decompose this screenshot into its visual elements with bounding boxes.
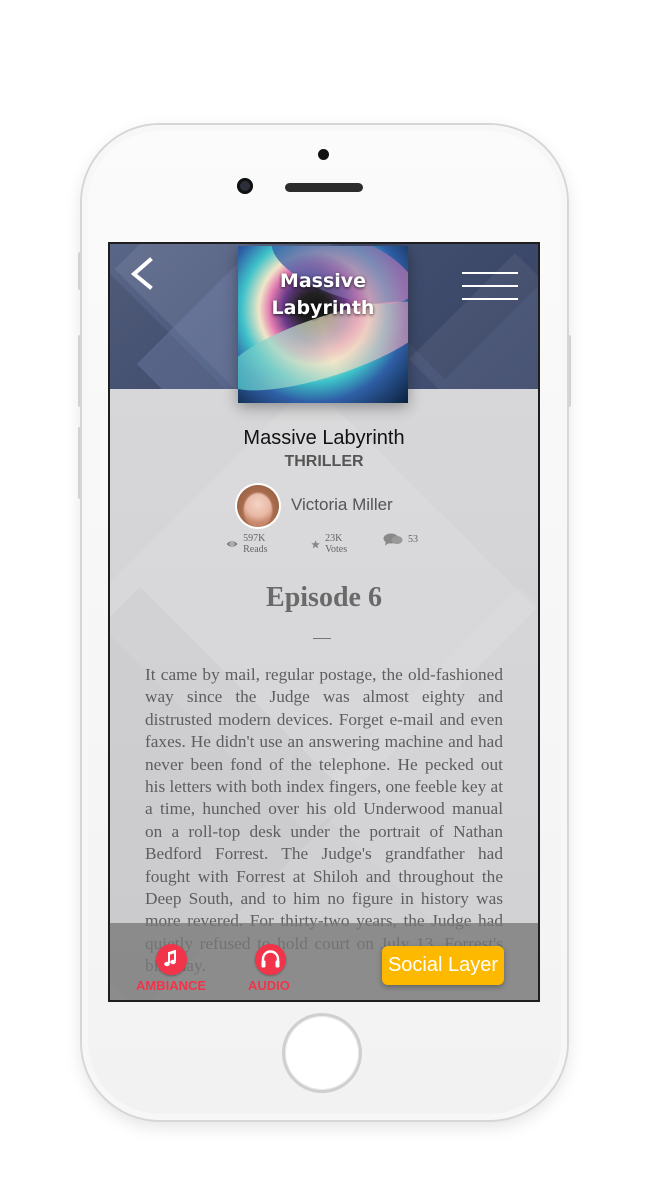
book-cover-title: Massive Labyrinth bbox=[238, 268, 408, 322]
star-icon bbox=[311, 539, 320, 548]
audio-button[interactable]: AUDIO bbox=[248, 922, 321, 993]
ambiance-label: AMBIANCE bbox=[136, 978, 207, 993]
audio-label: AUDIO bbox=[248, 978, 290, 993]
comments-stat: 53 bbox=[383, 533, 418, 546]
cover-title-line-1: Massive bbox=[279, 270, 367, 292]
back-button[interactable] bbox=[124, 254, 164, 294]
social-layer-button[interactable]: Social Layer bbox=[382, 946, 504, 985]
book-genre: THRILLER bbox=[284, 453, 364, 470]
phone-front-camera bbox=[237, 178, 253, 194]
phone-sensor bbox=[318, 149, 329, 160]
reads-stat: 597K Reads bbox=[226, 533, 274, 555]
phone-speaker bbox=[285, 183, 363, 192]
headphones-icon bbox=[261, 950, 280, 968]
menu-button[interactable] bbox=[462, 272, 518, 304]
comments-count: 53 bbox=[408, 534, 418, 545]
music-note-icon bbox=[164, 950, 176, 967]
ambiance-circle bbox=[156, 944, 187, 975]
hamburger-menu-icon bbox=[462, 272, 518, 300]
speech-bubbles-icon bbox=[383, 533, 403, 546]
episode-separator bbox=[313, 638, 331, 639]
ambiance-button[interactable]: AMBIANCE bbox=[136, 922, 206, 993]
app-screen: Massive Labyrinth Massive Labyrinth THRI… bbox=[108, 242, 540, 1002]
audio-circle bbox=[255, 944, 286, 975]
phone-home-button[interactable] bbox=[285, 1016, 359, 1090]
episode-title: Episode 6 bbox=[266, 582, 382, 613]
reads-count: 597K Reads bbox=[243, 533, 268, 555]
eye-icon bbox=[226, 541, 238, 547]
author-name[interactable]: Victoria Miller bbox=[291, 495, 393, 515]
chevron-left-icon bbox=[130, 257, 153, 290]
author-avatar[interactable] bbox=[237, 485, 279, 527]
book-cover[interactable]: Massive Labyrinth bbox=[238, 246, 408, 403]
votes-count: 23K Votes bbox=[325, 533, 348, 555]
votes-stat: 23K Votes bbox=[311, 533, 352, 555]
cover-title-line-2: Labyrinth bbox=[271, 297, 375, 319]
book-title: Massive Labyrinth bbox=[243, 427, 405, 449]
